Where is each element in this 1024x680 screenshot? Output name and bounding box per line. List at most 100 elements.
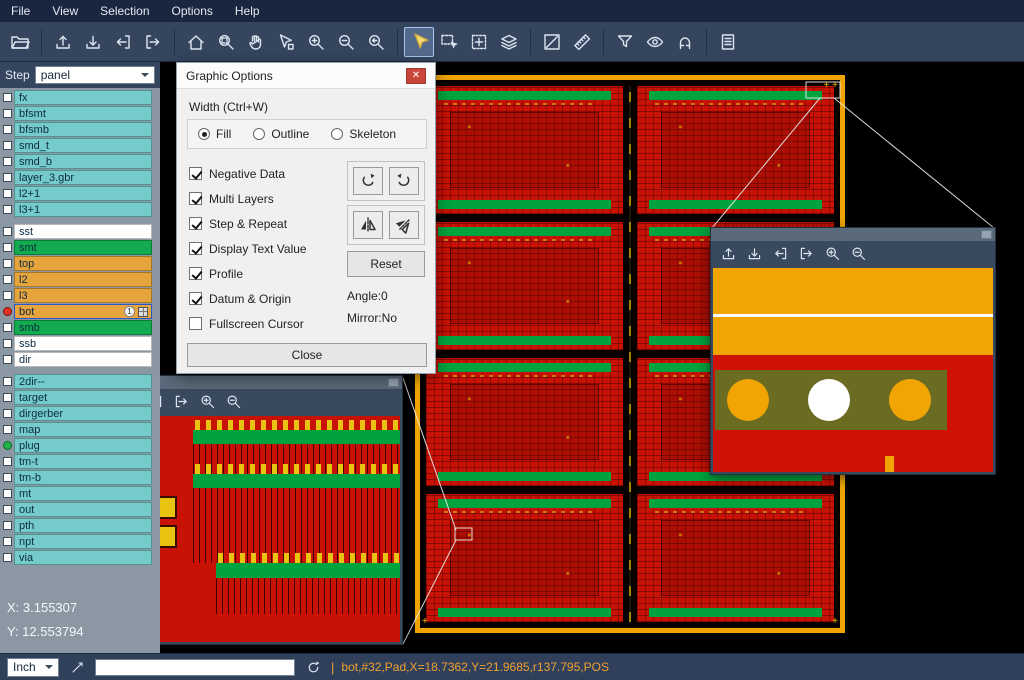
radio-button[interactable]	[198, 128, 210, 140]
tray-up-icon[interactable]	[720, 245, 737, 262]
layer-visible-checkbox[interactable]	[3, 377, 12, 386]
radio-button[interactable]	[253, 128, 265, 140]
layer-row-via[interactable]: via	[0, 550, 160, 565]
checkbox-multi-layers[interactable]: Multi Layers	[189, 186, 307, 211]
radio-fill[interactable]: Fill	[198, 127, 231, 141]
window-button[interactable]	[388, 378, 399, 387]
checkbox-display-text-value[interactable]: Display Text Value	[189, 236, 307, 261]
snap-button[interactable]	[670, 27, 700, 57]
layer-row-out[interactable]: out	[0, 502, 160, 517]
layers-stack-button[interactable]	[494, 27, 524, 57]
layer-row-fx[interactable]: fx	[0, 90, 160, 105]
radio-skeleton[interactable]: Skeleton	[331, 127, 396, 141]
layer-row-pth[interactable]: pth	[0, 518, 160, 533]
checkbox-negative-data[interactable]: Negative Data	[189, 161, 307, 186]
mirror-horizontal-button[interactable]	[353, 211, 383, 239]
filter-button[interactable]	[610, 27, 640, 57]
layer-visible-checkbox[interactable]	[3, 553, 12, 562]
cursor-select-button[interactable]	[404, 27, 434, 57]
layer-row-mt[interactable]: mt	[0, 486, 160, 501]
ruler-button[interactable]	[567, 27, 597, 57]
tray-right-button[interactable]	[138, 27, 168, 57]
checkbox[interactable]	[189, 292, 202, 305]
layer-visible-checkbox[interactable]	[3, 339, 12, 348]
rotate-cw-button[interactable]	[353, 167, 383, 195]
zoom-out-button[interactable]	[331, 27, 361, 57]
refresh-button[interactable]	[302, 657, 324, 677]
layer-visible-checkbox[interactable]	[3, 473, 12, 482]
close-button[interactable]: Close	[187, 343, 427, 367]
select-rect-button[interactable]	[434, 27, 464, 57]
tray-down-button[interactable]	[78, 27, 108, 57]
close-icon[interactable]: ✕	[406, 68, 426, 84]
checkbox-datum-origin[interactable]: Datum & Origin	[189, 286, 307, 311]
diagonal-line-button[interactable]	[537, 27, 567, 57]
layer-visible-checkbox[interactable]	[3, 275, 12, 284]
dialog-titlebar[interactable]: Graphic Options ✕	[177, 63, 435, 89]
menu-options[interactable]: Options	[161, 1, 224, 21]
checkbox-fullscreen-cursor[interactable]: Fullscreen Cursor	[189, 311, 307, 336]
zoom-in-icon[interactable]	[199, 393, 216, 410]
report-button[interactable]	[713, 27, 743, 57]
layer-visible-checkbox[interactable]	[3, 393, 12, 402]
zoom-out-icon[interactable]	[225, 393, 242, 410]
menu-selection[interactable]: Selection	[89, 1, 160, 21]
tray-left-icon[interactable]	[772, 245, 789, 262]
checkbox[interactable]	[189, 192, 202, 205]
rotate-ccw-button[interactable]	[389, 167, 419, 195]
command-input[interactable]	[95, 659, 295, 676]
checkbox-step-repeat[interactable]: Step & Repeat	[189, 211, 307, 236]
menu-view[interactable]: View	[41, 1, 89, 21]
zoom-out-icon[interactable]	[850, 245, 867, 262]
layer-row-smb[interactable]: smb	[0, 320, 160, 335]
layer-row-bfsmb[interactable]: bfsmb	[0, 122, 160, 137]
layer-row-sst[interactable]: sst	[0, 224, 160, 239]
layer-visible-checkbox[interactable]	[3, 189, 12, 198]
menu-help[interactable]: Help	[224, 1, 271, 21]
tray-up-button[interactable]	[48, 27, 78, 57]
draw-tool-button[interactable]	[66, 658, 88, 677]
layer-visible-checkbox[interactable]	[3, 141, 12, 150]
open-folder-button[interactable]	[5, 27, 35, 57]
zoom-in-button[interactable]	[301, 27, 331, 57]
layer-visible-checkbox[interactable]	[3, 125, 12, 134]
layer-visible-checkbox[interactable]	[3, 243, 12, 252]
layer-visible-checkbox[interactable]	[3, 291, 12, 300]
layer-visible-checkbox[interactable]	[3, 521, 12, 530]
layer-row-tm-t[interactable]: tm-t	[0, 454, 160, 469]
layer-row-ssb[interactable]: ssb	[0, 336, 160, 351]
layer-row-layer_3.gbr[interactable]: layer_3.gbr	[0, 170, 160, 185]
select-transform-button[interactable]	[464, 27, 494, 57]
layer-row-tm-b[interactable]: tm-b	[0, 470, 160, 485]
layer-row-l3[interactable]: l3	[0, 288, 160, 303]
step-combobox[interactable]: panel	[35, 66, 155, 84]
zoom-region-button[interactable]	[211, 27, 241, 57]
checkbox[interactable]	[189, 242, 202, 255]
tray-right-icon[interactable]	[173, 393, 190, 410]
zoom-in-icon[interactable]	[824, 245, 841, 262]
layer-visible-checkbox[interactable]	[3, 505, 12, 514]
layer-row-smt[interactable]: smt	[0, 240, 160, 255]
magnifier-view[interactable]	[713, 268, 993, 472]
window-button[interactable]	[981, 230, 992, 239]
layer-row-plug[interactable]: plug	[0, 438, 160, 453]
layer-row-l2+1[interactable]: l2+1	[0, 186, 160, 201]
unit-combobox[interactable]: Inch	[7, 658, 59, 677]
tray-down-icon[interactable]	[746, 245, 763, 262]
layer-visible-checkbox[interactable]	[3, 205, 12, 214]
layer-visible-checkbox[interactable]	[3, 457, 12, 466]
radio-button[interactable]	[331, 128, 343, 140]
layer-row-npt[interactable]: npt	[0, 534, 160, 549]
layer-row-dir[interactable]: dir	[0, 352, 160, 367]
layer-row-top[interactable]: top	[0, 256, 160, 271]
layer-visible-checkbox[interactable]	[3, 157, 12, 166]
layer-row-l3+1[interactable]: l3+1	[0, 202, 160, 217]
layer-visible-checkbox[interactable]	[3, 425, 12, 434]
layer-visible-checkbox[interactable]	[3, 109, 12, 118]
magnifier-window-right[interactable]	[710, 227, 996, 475]
layer-visible-checkbox[interactable]	[3, 93, 12, 102]
layer-visible-checkbox[interactable]	[3, 409, 12, 418]
eye-view-button[interactable]	[640, 27, 670, 57]
layer-visible-checkbox[interactable]	[3, 227, 12, 236]
tray-left-button[interactable]	[108, 27, 138, 57]
